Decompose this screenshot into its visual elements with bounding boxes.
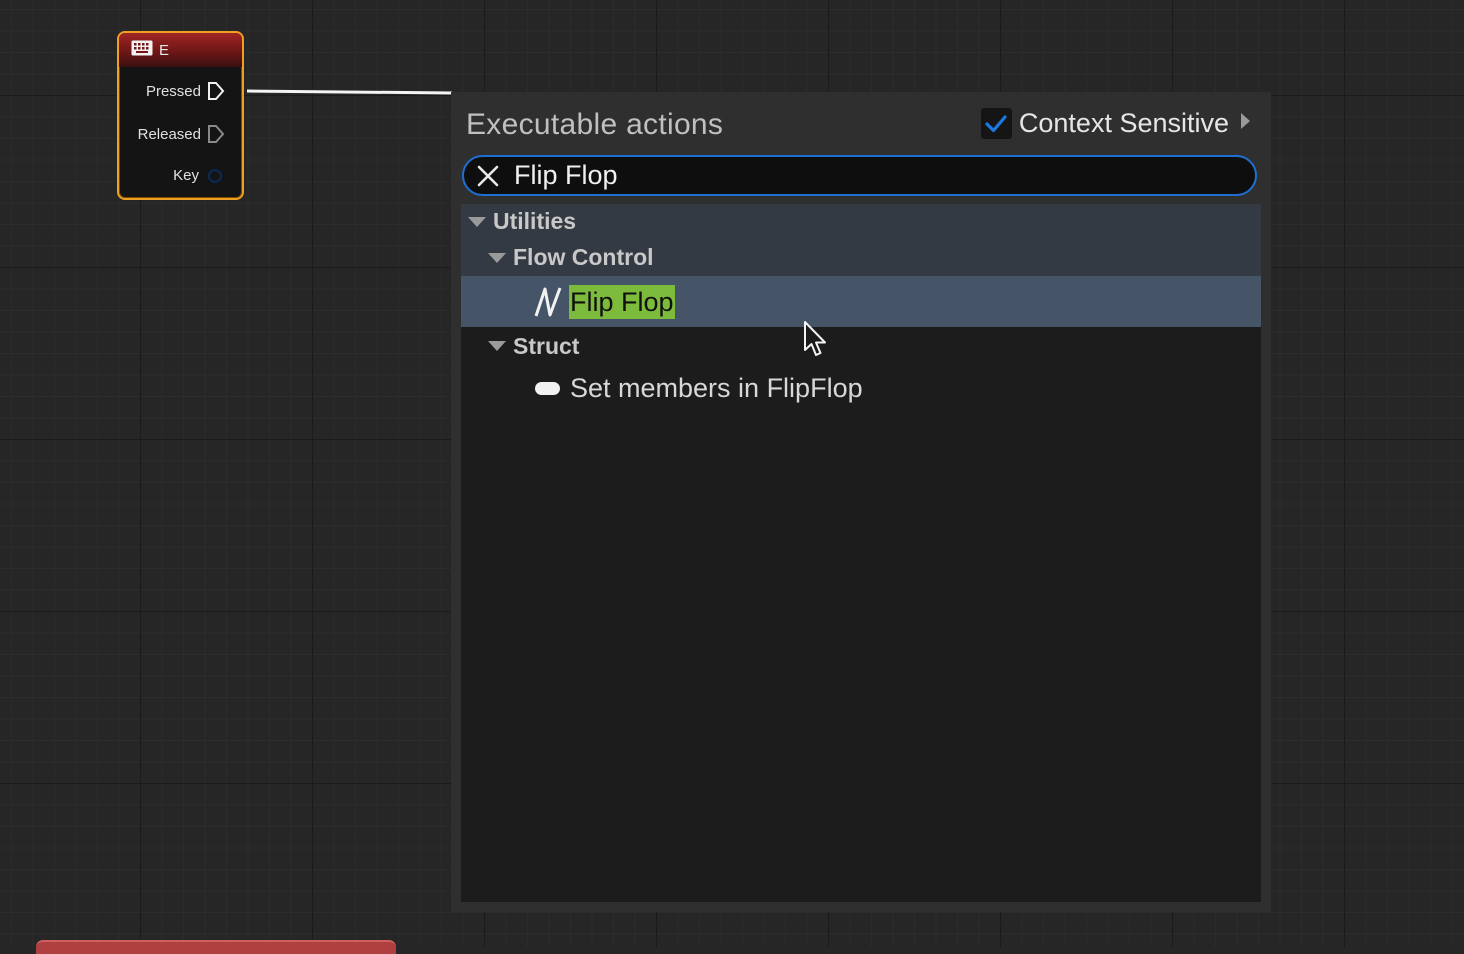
input-key-node[interactable]: E Pressed Released Key (117, 31, 244, 200)
category-label: Flow Control (513, 244, 654, 270)
pin-label-pressed: Pressed (145, 82, 201, 100)
tree-item-flip-flop[interactable]: Flip Flop (461, 276, 1261, 327)
checkmark-icon (985, 114, 1007, 132)
tree-category-struct[interactable]: Struct (461, 327, 1261, 365)
tree-category-flow-control[interactable]: Flow Control (461, 239, 1261, 276)
triangle-down-icon[interactable] (467, 215, 487, 229)
partial-node[interactable] (36, 940, 396, 954)
context-sensitive-label: Context Sensitive (1018, 108, 1229, 138)
exec-pin-pressed-icon[interactable] (206, 81, 226, 101)
context-sensitive-toggle[interactable]: Context Sensitive (980, 108, 1251, 139)
struct-pill-icon (535, 381, 560, 395)
close-icon[interactable] (476, 164, 500, 188)
menu-title: Executable actions (466, 108, 724, 141)
triangle-down-icon[interactable] (487, 251, 507, 265)
context-sensitive-checkbox[interactable] (980, 108, 1012, 139)
tree-category-utilities[interactable]: Utilities (461, 204, 1261, 239)
category-label: Struct (513, 332, 580, 359)
pin-row-key: Key (173, 167, 224, 184)
keyboard-icon (131, 40, 153, 61)
chevron-right-icon[interactable] (1239, 112, 1251, 135)
exec-pin-released-icon[interactable] (206, 124, 226, 144)
node-header: E (119, 33, 242, 67)
action-menu: Executable actions Context Sensitive Uti… (451, 92, 1271, 912)
item-label: Flip Flop (569, 284, 675, 319)
node-title: E (159, 41, 170, 59)
search-input[interactable] (514, 160, 1214, 191)
flip-flop-node-icon (533, 286, 563, 318)
category-label: Utilities (493, 208, 577, 234)
pin-label-key: Key (173, 167, 199, 184)
triangle-down-icon[interactable] (487, 339, 507, 353)
key-pin-icon[interactable] (208, 168, 222, 183)
tree-item-set-members[interactable]: Set members in FlipFlop (461, 368, 1261, 408)
pin-row-released: Released (138, 124, 226, 144)
item-label: Set members in FlipFlop (570, 372, 863, 403)
pin-row-pressed: Pressed (146, 81, 226, 101)
search-box (462, 155, 1257, 196)
exec-wire (247, 89, 452, 95)
pin-label-released: Released (137, 125, 201, 143)
mouse-cursor-icon (804, 321, 826, 356)
action-tree: Utilities Flow Control Flip Flop Struct (461, 204, 1261, 902)
